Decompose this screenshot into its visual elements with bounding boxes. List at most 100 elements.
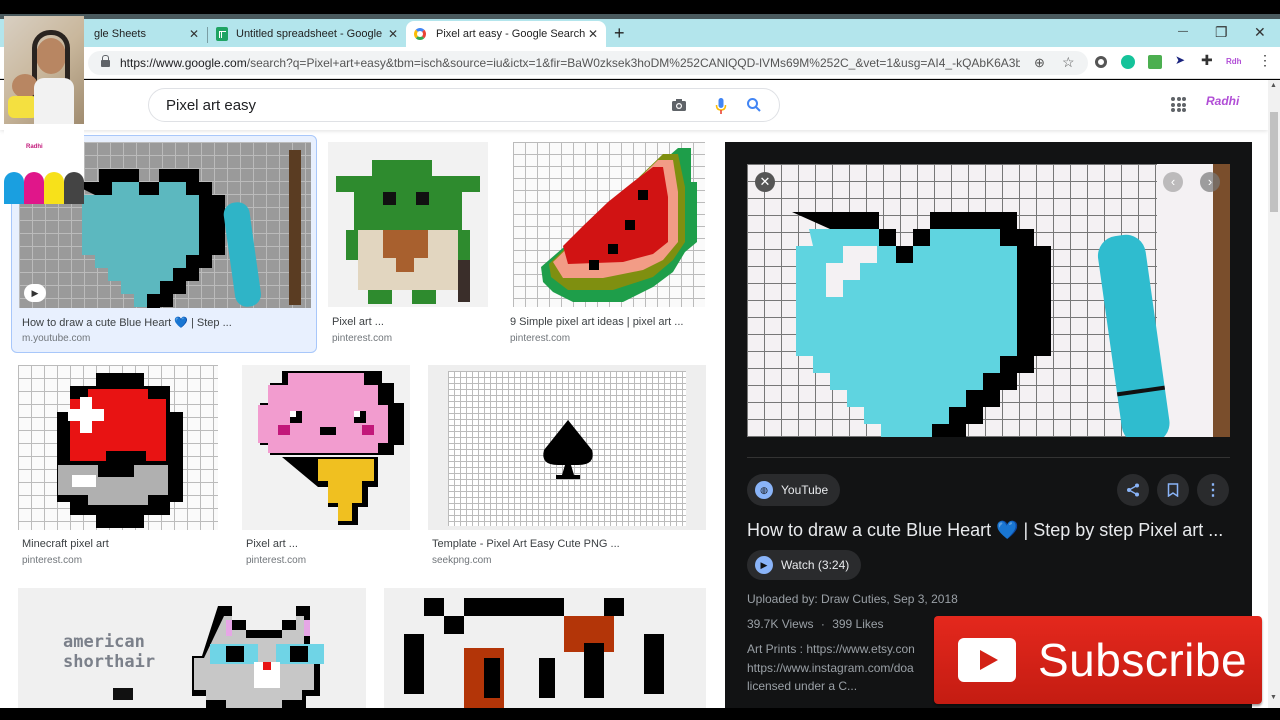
video-play-icon[interactable]: ▶ xyxy=(24,284,46,302)
result-title[interactable]: Pixel art ... xyxy=(246,538,298,550)
tab-strip: gle Sheets ✕ Untitled spreadsheet - Goog… xyxy=(0,19,1280,47)
url-text[interactable]: https://www.google.com/search?q=Pixel+ar… xyxy=(120,56,1020,70)
screen-bottom-bar xyxy=(0,708,1280,720)
screen-top-bar xyxy=(0,0,1280,14)
cursor-extension-icon[interactable]: ➤ xyxy=(1175,53,1189,67)
circle-extension-icon[interactable] xyxy=(1095,56,1107,68)
note-extension-icon[interactable] xyxy=(1148,55,1162,69)
page-scrollbar[interactable]: ▲ ▼ xyxy=(1268,80,1280,708)
pixel-dog-thumbnail xyxy=(384,588,706,708)
url-path: /search?q=Pixel+art+easy&tbm=isch&source… xyxy=(246,56,1020,70)
result-title[interactable]: 9 Simple pixel art ideas | pixel art ... xyxy=(510,316,683,328)
scroll-down-icon[interactable]: ▼ xyxy=(1270,694,1277,701)
divider xyxy=(747,457,1230,458)
url-host: https://www.google.com xyxy=(120,56,247,70)
toolbar: https://www.google.com/search?q=Pixel+ar… xyxy=(0,47,1280,79)
image-result[interactable]: Pixel art ... pinterest.com xyxy=(242,363,412,573)
yoda-thumbnail xyxy=(328,142,488,307)
result-title[interactable]: Minecraft pixel art xyxy=(22,538,109,550)
youtube-play-icon xyxy=(958,638,1016,682)
result-domain: pinterest.com xyxy=(246,555,307,566)
close-window-button[interactable]: ✕ xyxy=(1254,24,1266,41)
bookmark-star-icon[interactable]: ☆ xyxy=(1062,54,1075,71)
search-box[interactable] xyxy=(148,88,780,122)
ice-cream-thumbnail xyxy=(242,365,410,530)
puzzle-icon[interactable]: ✚ xyxy=(1201,52,1215,68)
tab-untitled-spreadsheet[interactable]: Untitled spreadsheet - Google Sl ✕ xyxy=(208,21,406,47)
more-options-button[interactable]: ⋮ xyxy=(1197,474,1229,506)
result-domain: pinterest.com xyxy=(22,555,83,566)
watermelon-thumbnail xyxy=(513,142,705,307)
image-result[interactable]: Template - Pixel Art Easy Cute PNG ... s… xyxy=(428,363,708,573)
result-title[interactable]: How to draw a cute Blue Heart 💙 | Step .… xyxy=(22,316,232,329)
upload-info: Uploaded by: Draw Cuties, Sep 3, 2018 xyxy=(747,592,958,606)
description-line: Art Prints : https://www.etsy.con xyxy=(747,642,915,656)
tab-title: Pixel art easy - Google Search xyxy=(436,28,586,40)
save-button[interactable] xyxy=(1157,474,1189,506)
image-result[interactable]: 9 Simple pixel art ideas | pixel art ...… xyxy=(510,140,710,350)
watch-label: Watch (3:24) xyxy=(781,558,850,572)
webcam-overlay: Radhi xyxy=(4,16,84,204)
image-result[interactable]: Pixel art ... pinterest.com xyxy=(328,140,488,350)
account-avatar[interactable]: Radhi xyxy=(1206,94,1239,108)
address-bar[interactable]: https://www.google.com/search?q=Pixel+ar… xyxy=(88,51,1088,75)
thumbnail-badge xyxy=(113,688,133,700)
camera-icon[interactable] xyxy=(671,97,687,118)
source-chip[interactable]: ◍ YouTube xyxy=(747,474,841,506)
likes-count: 399 Likes xyxy=(832,617,884,631)
result-domain: pinterest.com xyxy=(332,333,393,344)
tab-close-icon[interactable]: ✕ xyxy=(588,27,598,41)
maximize-button[interactable]: ❐ xyxy=(1215,24,1228,41)
google-apps-icon[interactable] xyxy=(1171,97,1186,112)
preview-image[interactable]: ✕ ‹ › xyxy=(747,164,1230,437)
menu-icon[interactable]: ⋮ xyxy=(1258,52,1272,68)
scrollbar-thumb[interactable] xyxy=(1270,112,1278,212)
watch-button[interactable]: ▶ Watch (3:24) xyxy=(747,550,862,580)
share-button[interactable] xyxy=(1117,474,1149,506)
result-title[interactable]: Template - Pixel Art Easy Cute PNG ... xyxy=(432,538,620,550)
new-tab-button[interactable]: + xyxy=(614,23,625,44)
profile-badge-icon[interactable]: Rdh xyxy=(1226,57,1246,71)
preview-title[interactable]: How to draw a cute Blue Heart 💙 | Step b… xyxy=(747,520,1223,541)
tab-google-sheets[interactable]: gle Sheets ✕ xyxy=(82,21,207,47)
previous-image-icon[interactable]: ‹ xyxy=(1163,172,1183,192)
google-g-icon xyxy=(414,28,426,40)
result-title[interactable]: Pixel art ... xyxy=(332,316,384,328)
search-icon[interactable] xyxy=(746,97,762,118)
image-result[interactable]: american shorthair xyxy=(18,586,366,708)
search-input[interactable] xyxy=(166,96,646,114)
spade-template-thumbnail xyxy=(428,365,706,530)
tab-close-icon[interactable]: ✕ xyxy=(189,27,199,41)
stats-separator: · xyxy=(820,617,825,631)
stats: 39.7K Views · 399 Likes xyxy=(747,617,884,631)
description-line: https://www.instagram.com/doa xyxy=(747,661,914,675)
result-domain: m.youtube.com xyxy=(22,333,91,344)
minimize-button[interactable]: — xyxy=(1178,26,1188,37)
webcam-photo xyxy=(4,16,84,124)
next-image-icon[interactable]: › xyxy=(1200,172,1220,192)
image-result[interactable]: Minecraft pixel art pinterest.com xyxy=(18,363,218,573)
google-sheets-icon xyxy=(216,27,228,41)
play-icon: ▶ xyxy=(755,556,773,574)
globe-icon: ◍ xyxy=(755,481,773,499)
tab-title: Untitled spreadsheet - Google Sl xyxy=(236,28,384,40)
scroll-up-icon[interactable]: ▲ xyxy=(1270,82,1277,89)
lock-icon xyxy=(101,54,110,67)
more-vert-icon: ⋮ xyxy=(1205,482,1221,499)
american-shorthair-thumbnail: american shorthair xyxy=(18,588,366,708)
views-count: 39.7K Views xyxy=(747,617,814,631)
close-preview-icon[interactable]: ✕ xyxy=(755,172,775,192)
subscribe-button[interactable]: Subscribe xyxy=(934,616,1262,704)
bookmark-icon xyxy=(1167,483,1179,497)
share-icon xyxy=(1127,483,1139,497)
zoom-icon[interactable]: ⊕ xyxy=(1034,55,1045,71)
description-line: licensed under a C... xyxy=(747,679,858,693)
image-result[interactable] xyxy=(384,586,708,708)
grammarly-icon[interactable] xyxy=(1121,55,1135,69)
tab-close-icon[interactable]: ✕ xyxy=(388,27,398,41)
source-label: YouTube xyxy=(781,483,829,497)
search-header: le Radhi xyxy=(0,80,1268,130)
tab-pixel-art-search[interactable]: Pixel art easy - Google Search ✕ xyxy=(406,21,606,47)
tab-title: gle Sheets xyxy=(94,28,146,40)
microphone-icon[interactable] xyxy=(715,97,727,120)
